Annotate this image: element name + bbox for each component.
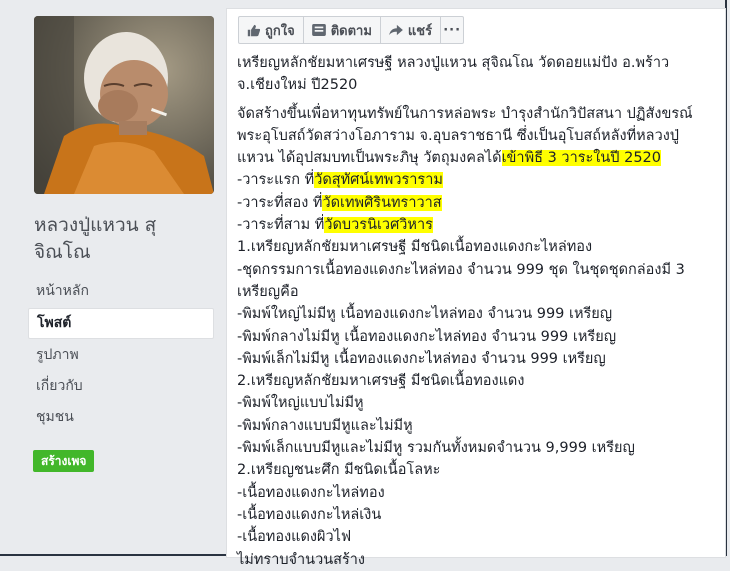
post-line: -พิมพ์กลางไม่มีหู เนื้อทองแดงกะไหล่ทอง จ… — [237, 328, 617, 345]
page-title-line-2: จิณโณ — [34, 241, 91, 263]
page-title[interactable]: หลวงปู่แหวน สุ จิณโณ — [34, 212, 214, 266]
post-line: เหรียญหลักชัยมหาเศรษฐี หลวงปู่แหวน สุจิณ… — [237, 55, 670, 71]
share-arrow-icon — [389, 24, 403, 36]
follow-label: ติดตาม — [330, 23, 372, 39]
post-content: เหรียญหลักชัยมหาเศรษฐี หลวงปู่แหวน สุจิณ… — [237, 52, 717, 571]
post-text: -วาระที่สอง ที่ — [237, 194, 323, 211]
post-line: พระอุโบสถ์วัดสว่างโอภาราม จ.อุบลราชธานี … — [237, 127, 679, 144]
post-line: -พิมพ์ใหญ่ไม่มีหู เนื้อทองแดงกะไหล่ทอง จ… — [237, 306, 613, 323]
post-line: -เนื้อทองแดงกะไหล่เงิน — [237, 506, 382, 523]
post-line: จัดสร้างขึ้นเพื่อหาทุนทรัพย์ในการหล่อพระ… — [237, 105, 693, 122]
follow-button[interactable]: ติดตาม — [302, 16, 381, 44]
nav-home[interactable]: หน้าหลัก — [28, 277, 214, 306]
share-label: แชร์ — [407, 23, 433, 39]
profile-photo[interactable] — [34, 16, 214, 194]
post-line: -เนื้อทองแดงผิวไฟ — [237, 529, 352, 546]
nav-about[interactable]: เกี่ยวกับ — [28, 372, 214, 401]
more-options-button[interactable]: ··· — [440, 16, 465, 44]
post-panel: ถูกใจ ติดตาม แชร์ ··· เหรียญหลักชัยมหาเศ… — [226, 8, 726, 568]
post-text: -วาระแรก ที่ — [237, 172, 315, 189]
post-line: แหวน ได้อุปสมบทเป็นพระภิษุ วัตถุมงคลได้เ… — [237, 147, 717, 169]
post-line: -พิมพ์ใหญ่แบบไม่มีหู — [237, 395, 364, 412]
share-button[interactable]: แชร์ — [379, 16, 442, 44]
post-line: -พิมพ์เล็กแบบมีหูและไม่มีหู รวมกันทั้งหม… — [237, 440, 635, 457]
post-text: -วาระที่สาม ที่ — [237, 217, 325, 234]
post-line: -พิมพ์เล็กไม่มีหู เนื้อทองแดงกะไหล่ทอง จ… — [237, 350, 606, 367]
page-title-line-1: หลวงปู่แหวน สุ — [34, 214, 157, 236]
monk-portrait-image — [34, 16, 214, 194]
create-page-button[interactable]: สร้างเพจ — [33, 450, 95, 472]
post-line: -วาระแรก ที่วัดสุทัศน์เทพวราราม — [237, 169, 717, 191]
post-text: แหวน ได้อุปสมบทเป็นพระภิษุ วัตถุมงคลได้ — [237, 150, 502, 167]
post-line: ไม่ทราบจำนวนสร้าง — [237, 551, 366, 568]
post-line: -เนื้อทองแดงกะไหล่ทอง — [237, 484, 385, 501]
post-line: เหรียญคือ — [237, 283, 299, 300]
post-line: -วาระที่สาม ที่วัดบวรนิเวศวิหาร — [237, 214, 717, 236]
highlighted-text: เข้าพิธี 3 วาระในปี 2520 — [501, 150, 661, 167]
nav-photos[interactable]: รูปภาพ — [28, 341, 214, 370]
rss-feed-icon — [311, 24, 326, 36]
thumbs-up-icon — [247, 24, 260, 36]
nav-community[interactable]: ชุมชน — [28, 403, 214, 432]
like-button[interactable]: ถูกใจ — [238, 16, 304, 44]
post-line: 1.เหรียญหลักชัยมหาเศรษฐี มีชนิดเนื้อทองแ… — [237, 239, 593, 256]
post-line: 2.เหรียญชนะศึก มีชนิดเนื้อโลหะ — [237, 462, 441, 479]
highlighted-text: วัดเทพศิรินทราวาส — [322, 194, 442, 211]
post-line: -พิมพ์กลางแบบมีหูและไม่มีหู — [237, 417, 413, 434]
highlighted-text: วัดบวรนิเวศวิหาร — [324, 217, 433, 234]
post-line: -ชุดกรรมการเนื้อทองแดงกะไหล่ทอง จำนวน 99… — [237, 261, 685, 278]
like-label: ถูกใจ — [265, 23, 295, 39]
page-actions-bar: ถูกใจ ติดตาม แชร์ ··· — [238, 16, 465, 44]
highlighted-text: วัดสุทัศน์เทพวราราม — [314, 172, 443, 189]
post-line: จ.เชียงใหม่ ปี2520 — [237, 77, 358, 94]
post-line: 2.เหรียญหลักชัยมหาเศรษฐี มีชนิดเนื้อทองแ… — [237, 373, 525, 390]
page-nav: หน้าหลัก โพสต์ รูปภาพ เกี่ยวกับ ชุมชน — [28, 277, 214, 434]
nav-posts[interactable]: โพสต์ — [28, 308, 214, 339]
post-line: -วาระที่สอง ที่วัดเทพศิรินทราวาส — [237, 192, 717, 214]
